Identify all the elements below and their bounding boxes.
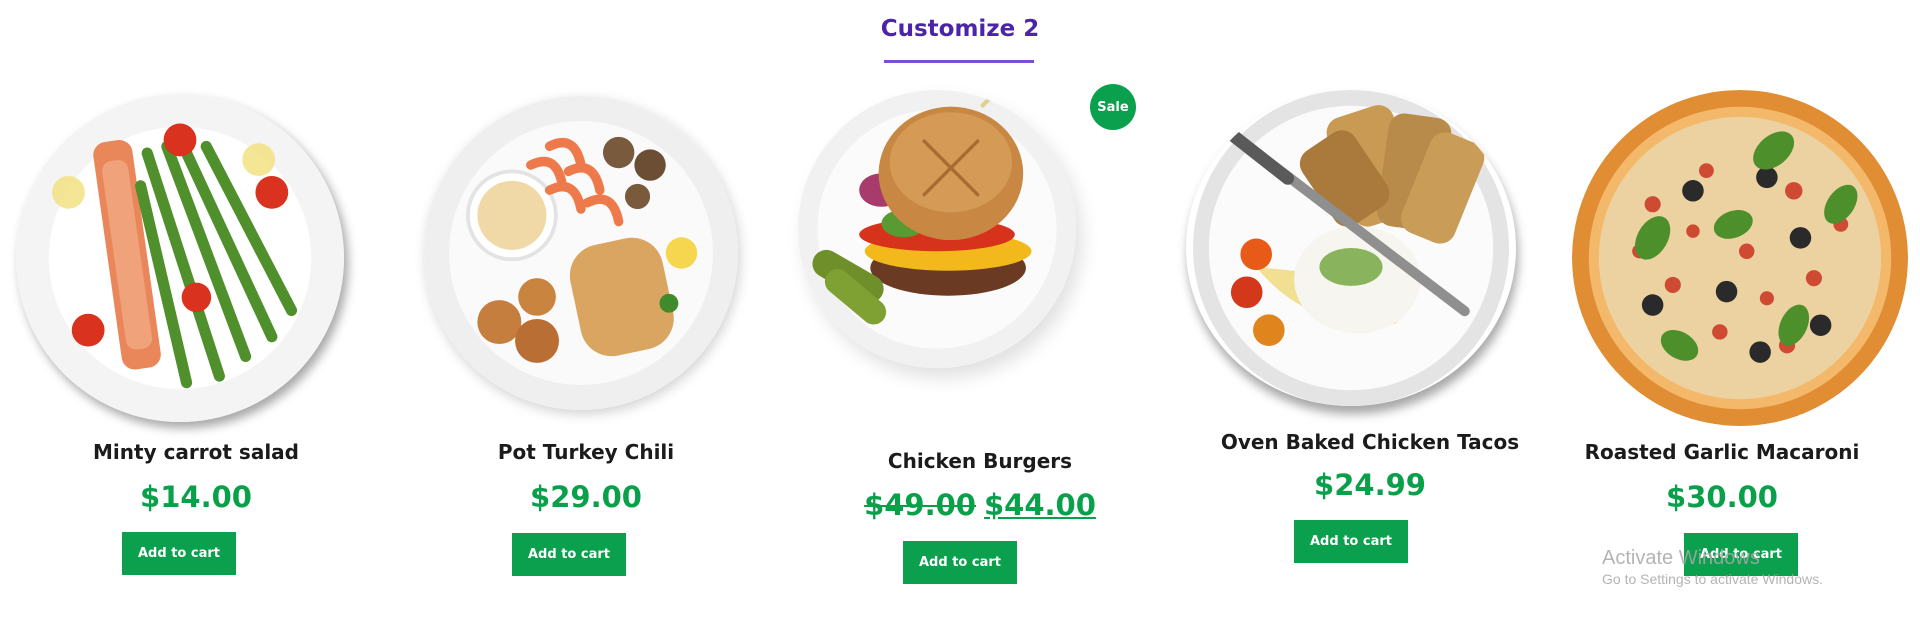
- product-name[interactable]: Chicken Burgers: [784, 449, 1176, 473]
- product-card: Sale Chicken Burgers $49.00 $44.00 Add to…: [784, 0, 1176, 600]
- sale-badge: Sale: [1090, 84, 1136, 130]
- watermark-title: Activate Windows: [1602, 547, 1760, 569]
- shrimp-fish-plate-icon: [424, 96, 738, 410]
- burger-plate-icon: [798, 90, 1076, 368]
- product-name[interactable]: Roasted Garlic Macaroni: [1396, 440, 1920, 464]
- product-name[interactable]: Minty carrot salad: [0, 440, 392, 464]
- price-row: $14.00: [0, 480, 392, 514]
- product-carousel-section: Customize 2 Minty carrot salad $14.00 Ad…: [0, 0, 1920, 640]
- add-to-cart-button[interactable]: Add to cart: [122, 532, 236, 575]
- shrimp-fish-plate-image[interactable]: [424, 96, 738, 410]
- pizza-icon: [1572, 90, 1908, 426]
- product-name[interactable]: Pot Turkey Chili: [390, 440, 782, 464]
- pizza-image[interactable]: [1572, 90, 1908, 426]
- product-card: Roasted Garlic Macaroni $30.00 Add to ca…: [1526, 0, 1918, 600]
- watermark-subtitle: Go to Settings to activate Windows.: [1602, 571, 1823, 587]
- burrata-bread-plate-image[interactable]: [1186, 90, 1516, 406]
- salmon-asparagus-plate-icon: [16, 94, 344, 422]
- price: $14.00: [140, 480, 252, 514]
- price: $44.00: [984, 488, 1096, 522]
- salmon-asparagus-plate-image[interactable]: [16, 94, 344, 422]
- add-to-cart-button[interactable]: Add to cart: [512, 533, 626, 576]
- burger-plate-image[interactable]: [798, 90, 1076, 368]
- product-card: Pot Turkey Chili $29.00 Add to cart: [390, 0, 782, 600]
- old-price: $49.00: [864, 488, 976, 522]
- price: $30.00: [1666, 480, 1778, 514]
- price: $29.00: [530, 480, 642, 514]
- product-card: Minty carrot salad $14.00 Add to cart: [0, 0, 392, 600]
- burrata-bread-plate-icon: [1193, 90, 1509, 406]
- add-to-cart-button[interactable]: Add to cart: [1294, 520, 1408, 563]
- price-row: $30.00: [1396, 480, 1920, 514]
- add-to-cart-button[interactable]: Add to cart: [903, 541, 1017, 584]
- price-row: $49.00 $44.00: [784, 488, 1176, 522]
- activate-windows-watermark: Activate Windows Go to Settings to activ…: [1602, 546, 1902, 588]
- price-row: $29.00: [390, 480, 782, 514]
